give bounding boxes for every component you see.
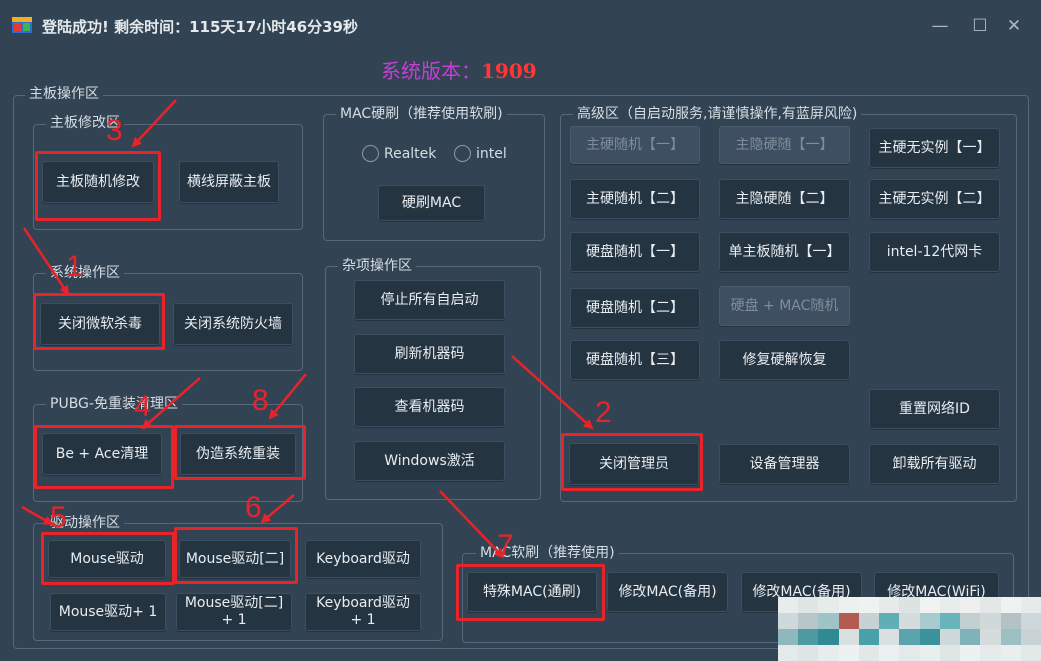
mac-hardware-title: MAC硬刷（推荐使用软刷): [336, 105, 507, 123]
view-machine-code-button[interactable]: 查看机器码: [354, 387, 505, 427]
annotation-number-6: 6: [245, 491, 262, 524]
realtek-radio[interactable]: Realtek: [362, 145, 436, 162]
single-board-random-1-button[interactable]: 单主板随机【一】: [719, 232, 850, 272]
disable-admin-button[interactable]: 关闭管理员: [569, 443, 699, 485]
radio-circle[interactable]: [454, 145, 471, 162]
misc-title: 杂项操作区: [338, 257, 416, 275]
mouse-driver-plus1-button[interactable]: Mouse驱动+ 1: [50, 593, 166, 631]
app-icon: [12, 15, 32, 35]
uninstall-drivers-button[interactable]: 卸载所有驱动: [869, 444, 1000, 484]
mouse-driver-button[interactable]: Mouse驱动: [48, 540, 166, 578]
version-number: 1909: [481, 59, 537, 83]
mouse-driver-2-plus1-button[interactable]: Mouse驱动[二] + 1: [176, 593, 292, 631]
version-label: 系统版本：: [381, 59, 481, 83]
be-ace-cleanup-button[interactable]: Be + Ace清理: [42, 433, 162, 475]
keyboard-driver-button[interactable]: Keyboard驱动: [305, 540, 421, 578]
special-mac-button[interactable]: 特殊MAC(通刷): [467, 572, 597, 612]
intel-12-nic-button[interactable]: intel-12代网卡: [869, 232, 1000, 272]
no-instance-1-button[interactable]: 主硬无实例【一】: [869, 128, 1000, 168]
repair-recovery-button[interactable]: 修复硬解恢复: [719, 340, 850, 380]
windows-activate-button[interactable]: Windows激活: [354, 441, 505, 481]
mainboard-random-modify-button[interactable]: 主板随机修改: [42, 161, 154, 203]
system-operation-title: 系统操作区: [46, 264, 124, 282]
disable-defender-button[interactable]: 关闭微软杀毒: [40, 303, 160, 345]
refresh-machine-code-button[interactable]: 刷新机器码: [354, 334, 505, 374]
reset-network-id-button[interactable]: 重置网络ID: [869, 389, 1000, 429]
realtek-label: Realtek: [384, 145, 437, 162]
mouse-driver-2-button[interactable]: Mouse驱动[二]: [179, 540, 291, 578]
radio-circle[interactable]: [362, 145, 379, 162]
fake-reinstall-button[interactable]: 伪造系统重装: [180, 433, 296, 475]
annotation-number-5: 5: [50, 501, 67, 534]
no-instance-2-button[interactable]: 主硬无实例【二】: [869, 179, 1000, 219]
intel-radio[interactable]: intel: [454, 145, 507, 162]
title-bar: 登陆成功! 剩余时间：115天17小时46分39秒 — ☐ ✕: [0, 0, 1041, 52]
annotation-number-7: 7: [497, 529, 514, 562]
motherboard-area-title: 主板操作区: [25, 85, 103, 103]
annotation-number-2: 2: [595, 396, 612, 429]
disk-mac-random-button[interactable]: 硬盘 + MAC随机: [719, 286, 850, 326]
disk-random-3-button[interactable]: 硬盘随机【三】: [570, 340, 700, 380]
window-title: 登陆成功! 剩余时间：115天17小时46分39秒: [42, 18, 358, 36]
device-manager-button[interactable]: 设备管理器: [719, 444, 850, 484]
hardware-mac-button[interactable]: 硬刷MAC: [378, 185, 485, 221]
advanced-title: 高级区（自启动服务,请谨慎操作,有蓝屏风险): [573, 105, 862, 123]
annotation-number-3: 3: [106, 114, 123, 147]
hidden-hdd-random-1-button[interactable]: 主隐硬随【一】: [719, 126, 850, 164]
main-hdd-random-1-button[interactable]: 主硬随机【一】: [570, 126, 700, 164]
main-hdd-random-2-button[interactable]: 主硬随机【二】: [570, 179, 700, 219]
intel-label: intel: [476, 145, 507, 162]
system-version: 系统版本：1909: [381, 55, 537, 84]
stop-autostart-button[interactable]: 停止所有自启动: [354, 280, 505, 320]
disk-random-1-button[interactable]: 硬盘随机【一】: [570, 232, 700, 272]
disable-firewall-button[interactable]: 关闭系统防火墙: [173, 303, 293, 345]
disk-random-2-button[interactable]: 硬盘随机【二】: [570, 288, 700, 328]
keyboard-driver-plus1-button[interactable]: Keyboard驱动 + 1: [305, 593, 421, 631]
maximize-button[interactable]: ☐: [966, 14, 994, 38]
modify-mac-backup-1-button[interactable]: 修改MAC(备用): [607, 572, 728, 612]
annotation-number-4: 4: [134, 390, 151, 423]
hidden-hdd-random-2-button[interactable]: 主隐硬随【二】: [719, 179, 850, 219]
mainboard-shield-button[interactable]: 横线屏蔽主板: [179, 161, 279, 203]
pubg-cleanup-title: PUBG-免重装清理区: [46, 395, 182, 413]
close-button[interactable]: ✕: [1000, 14, 1028, 38]
minimize-button[interactable]: —: [926, 14, 954, 38]
annotation-number-1: 1: [66, 250, 83, 283]
pixelated-watermark: [778, 597, 1041, 661]
mac-hardware-group: [323, 114, 545, 241]
annotation-number-8: 8: [252, 384, 269, 417]
